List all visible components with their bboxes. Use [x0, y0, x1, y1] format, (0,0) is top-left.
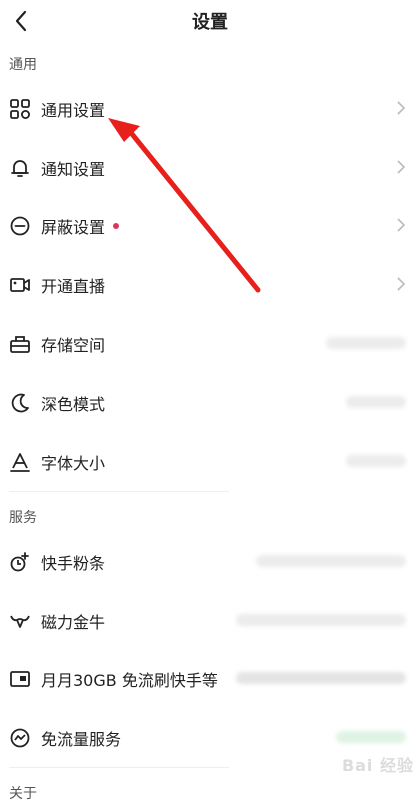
chevron-right-icon	[397, 277, 406, 291]
section-label-services: 服务	[9, 510, 37, 526]
row-label: 屏蔽设置	[41, 218, 106, 237]
chevron-right-icon	[397, 101, 406, 115]
fans-boost-icon	[9, 551, 31, 573]
row-label: 通知设置	[41, 160, 106, 179]
sim-card-icon	[9, 668, 31, 690]
row-label: 免流量服务	[41, 730, 122, 749]
page-title: 设置	[192, 12, 228, 33]
row-bull[interactable]: 磁力金牛	[0, 592, 420, 650]
row-label: 月月30GB 免流刷快手等	[41, 671, 218, 690]
row-general-settings[interactable]: 通用设置	[0, 80, 420, 138]
row-notification-settings[interactable]: 通知设置	[0, 139, 420, 197]
back-button[interactable]	[8, 8, 34, 34]
section-label-about: 关于	[9, 786, 37, 802]
bell-icon	[9, 157, 31, 179]
blurred-value	[336, 731, 406, 743]
grid-icon	[9, 98, 31, 120]
row-block-settings[interactable]: 屏蔽设置	[0, 197, 420, 255]
row-label: 深色模式	[41, 395, 106, 414]
row-label: 字体大小	[41, 454, 106, 473]
blurred-value	[236, 672, 406, 684]
block-icon	[9, 215, 31, 237]
storage-box-icon	[9, 333, 31, 355]
row-dark-mode[interactable]: 深色模式	[0, 374, 420, 432]
blurred-value	[236, 614, 406, 626]
chevron-right-icon	[397, 218, 406, 232]
section-label-general: 通用	[9, 57, 37, 73]
chevron-right-icon	[397, 160, 406, 174]
live-camera-icon	[9, 274, 31, 296]
row-start-live[interactable]: 开通直播	[0, 256, 420, 314]
section-divider	[9, 491, 229, 492]
row-label: 快手粉条	[41, 554, 106, 573]
row-label: 存储空间	[41, 336, 106, 355]
blurred-value	[346, 455, 406, 467]
traffic-free-icon	[9, 727, 31, 749]
chevron-left-icon	[15, 10, 27, 32]
moon-icon	[9, 392, 31, 414]
watermark: Bai 经验	[341, 756, 414, 775]
notification-dot	[113, 223, 120, 229]
blurred-value	[326, 337, 406, 349]
top-bar: 设置	[0, 0, 420, 42]
row-label: 磁力金牛	[41, 613, 106, 632]
row-font-size[interactable]: 字体大小	[0, 433, 420, 491]
blurred-value	[346, 396, 406, 408]
font-size-icon	[9, 451, 31, 473]
row-label: 开通直播	[41, 277, 106, 296]
row-data-plan[interactable]: 月月30GB 免流刷快手等	[0, 650, 420, 708]
section-divider	[9, 767, 229, 768]
blurred-value	[256, 555, 406, 567]
row-storage[interactable]: 存储空间	[0, 315, 420, 373]
row-fans-boost[interactable]: 快手粉条	[0, 533, 420, 591]
row-label: 通用设置	[41, 101, 106, 120]
bull-icon	[9, 610, 31, 632]
